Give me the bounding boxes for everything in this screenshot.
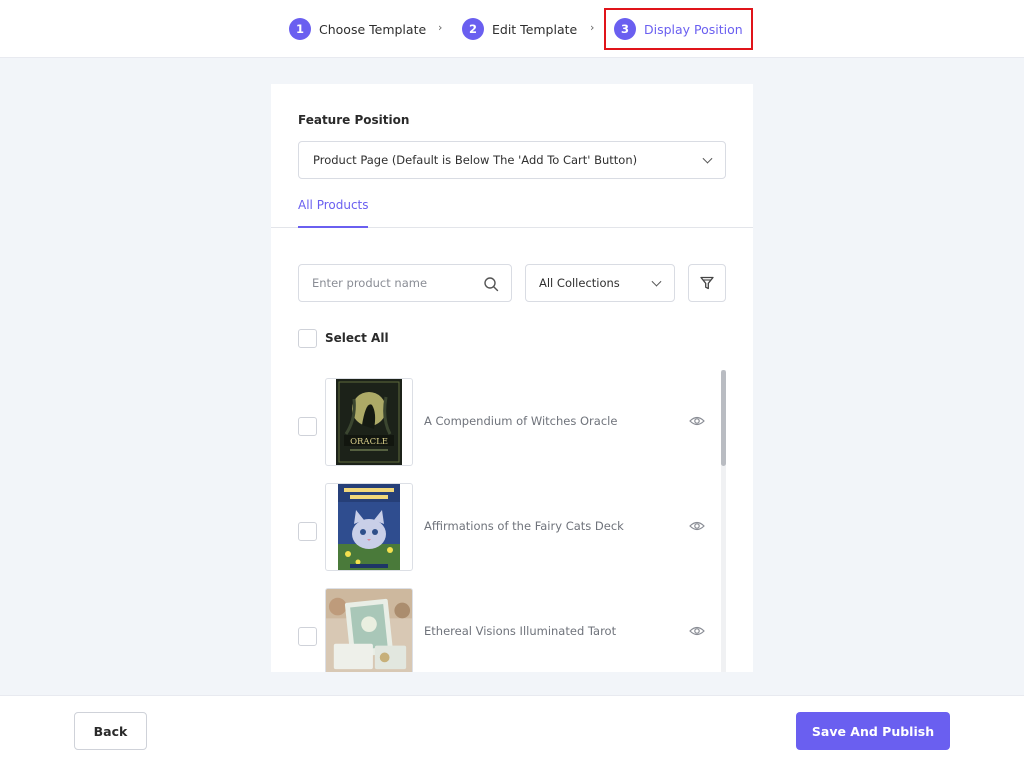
product-checkbox[interactable] [298,417,317,436]
step-number: 1 [289,18,311,40]
footer-bar: Back Save And Publish [0,695,1024,763]
product-checkbox[interactable] [298,522,317,541]
product-row: Affirmations of the Fairy Cats Deck [271,475,711,580]
eye-icon[interactable] [689,520,705,532]
search-icon[interactable] [483,276,499,292]
select-all-checkbox[interactable] [298,329,317,348]
step-choose-template[interactable]: 1 Choose Template [289,18,426,40]
product-search [298,264,512,302]
collections-value: All Collections [539,276,620,290]
ethereal-visions-photo-icon [326,589,412,672]
step-edit-template[interactable]: 2 Edit Template [462,18,577,40]
step-label: Choose Template [319,21,427,37]
display-position-panel: Feature Position Product Page (Default i… [271,84,753,672]
stepper-bar: 1 Choose Template › 2 Edit Template › 3 … [0,0,1024,58]
product-row: ORACLE A Compendium of Witches Oracle [271,370,711,475]
save-and-publish-button[interactable]: Save And Publish [796,712,950,750]
svg-text:ORACLE: ORACLE [350,437,388,447]
product-name[interactable]: Ethereal Visions Illuminated Tarot [424,624,616,638]
product-thumbnail [325,588,413,672]
eye-icon[interactable] [689,625,705,637]
product-thumbnail [325,483,413,571]
product-list-scrollbar-thumb[interactable] [721,370,726,466]
filter-icon [700,276,714,290]
product-checkbox[interactable] [298,627,317,646]
search-input[interactable] [299,265,479,301]
product-name[interactable]: Affirmations of the Fairy Cats Deck [424,519,624,533]
collections-select[interactable]: All Collections [525,264,675,302]
feature-position-label: Feature Position [298,113,410,127]
witches-oracle-cover-icon: ORACLE [336,379,402,465]
product-thumbnail: ORACLE [325,378,413,466]
eye-icon[interactable] [689,415,705,427]
product-name[interactable]: A Compendium of Witches Oracle [424,414,617,428]
tab-all-products[interactable]: All Products [298,198,369,212]
filter-button[interactable] [688,264,726,302]
select-all-label: Select All [325,331,389,345]
chevron-down-icon [651,276,662,287]
step-separator-icon: › [590,21,595,34]
feature-position-select[interactable]: Product Page (Default is Below The 'Add … [298,141,726,179]
chevron-down-icon [702,153,713,164]
active-tab-indicator [298,226,368,228]
product-list: ORACLE A Compendium of Witches Oracle Af… [271,370,753,672]
step-number: 2 [462,18,484,40]
feature-position-value: Product Page (Default is Below The 'Add … [313,153,638,167]
active-step-highlight [604,8,753,50]
step-label: Edit Template [492,21,578,37]
back-button[interactable]: Back [74,712,147,750]
step-separator-icon: › [438,21,443,34]
product-row: Ethereal Visions Illuminated Tarot [271,580,711,672]
fairy-cats-cover-icon [338,484,400,570]
